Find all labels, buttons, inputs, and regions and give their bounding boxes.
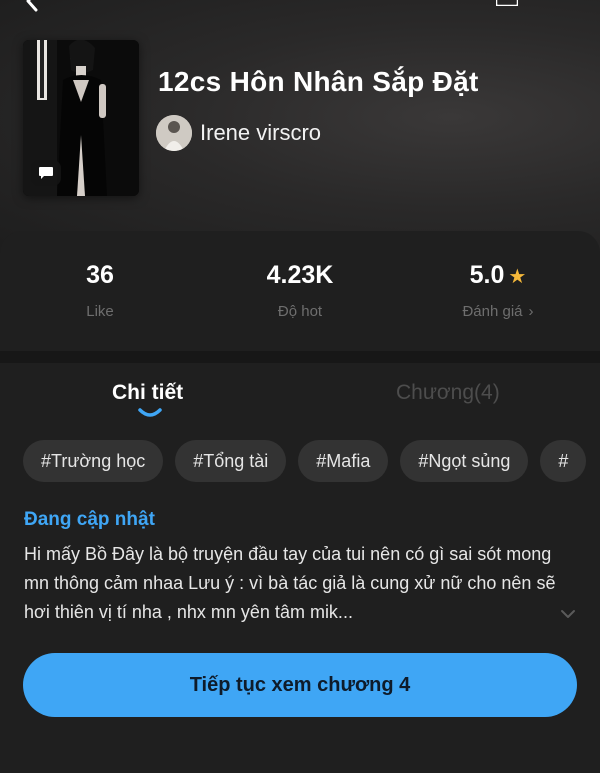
story-cover-image[interactable] [23,40,139,196]
hot-stat: 4.23K Độ hot [200,259,400,320]
content-panel: Chi tiết Chương(4) #Trường học #Tổng tài… [0,363,600,773]
continue-reading-button[interactable]: Tiếp tục xem chương 4 [23,653,577,717]
story-title: 12cs Hôn Nhân Sắp Đặt [158,66,479,97]
author-avatar [156,115,192,151]
tab-details[interactable]: Chi tiết [112,381,183,405]
hot-label: Độ hot [277,303,323,320]
back-arrow-icon[interactable] [22,0,44,12]
likes-value: 36 [86,261,114,289]
chevron-down-icon[interactable] [560,609,576,619]
active-tab-indicator [138,408,162,417]
story-description: Hi mấy Bồ Đây là bộ truyện đầu tay của t… [24,544,556,622]
author-name: Irene virscro [200,120,322,145]
author-link[interactable]: Irene virscro [156,114,321,152]
rating-value: 5.0 [469,261,505,289]
comment-icon[interactable] [31,160,61,186]
stats-card: 36 Like 4.23K Độ hot 5.0 ★ Đánh giá › [0,231,600,351]
tag-list: #Trường học #Tổng tài #Mafia #Ngọt sủng … [23,440,600,484]
tag-chip[interactable]: #Mafia [298,440,389,482]
tag-chip[interactable]: # [540,440,587,482]
likes-label: Like [86,303,114,320]
chevron-right-icon: › [528,303,534,320]
menu-icon[interactable] [496,0,518,6]
section-divider [0,351,600,363]
header-backdrop: 12cs Hôn Nhân Sắp Đặt Irene virscro [0,0,600,260]
story-detail-page: 12cs Hôn Nhân Sắp Đặt Irene virscro 36 L… [0,0,600,773]
rating-stat[interactable]: 5.0 ★ Đánh giá › [398,259,598,320]
top-bar [0,0,600,14]
star-icon: ★ [508,266,527,288]
rating-value-row: 5.0 ★ [398,259,598,291]
tag-chip[interactable]: #Tổng tài [175,440,287,482]
tag-chip[interactable]: #Ngọt sủng [400,440,529,482]
tab-chapters[interactable]: Chương(4) [396,381,500,405]
likes-stat: 36 Like [0,259,200,320]
rating-label-row: Đánh giá › [398,303,598,320]
rating-label: Đánh giá [462,303,523,320]
hot-value: 4.23K [266,261,334,289]
update-status: Đang cập nhật [24,509,155,530]
tag-chip[interactable]: #Trường học [23,440,164,482]
